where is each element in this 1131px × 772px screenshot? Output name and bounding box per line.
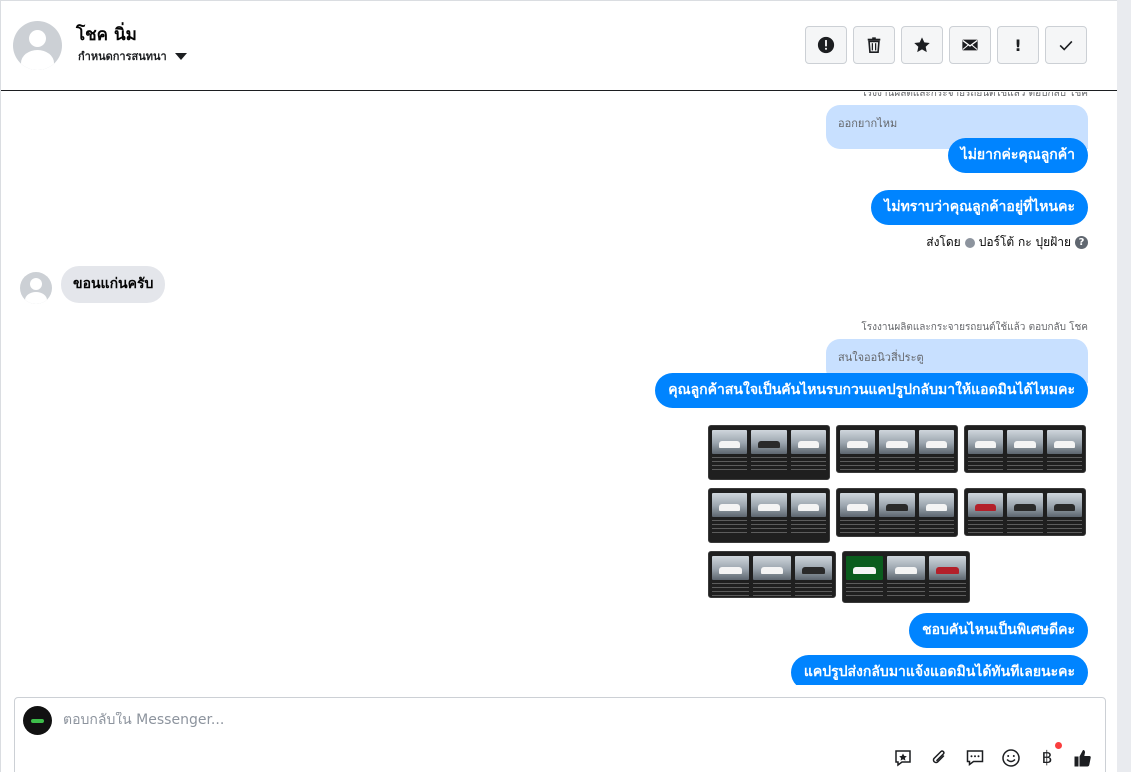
image-attachment[interactable] (708, 425, 830, 480)
reply-input[interactable] (63, 712, 763, 728)
quoted-text: ออกยากไหม (838, 117, 898, 130)
baht-glyph: ฿ (1041, 748, 1053, 768)
contact-avatar-small[interactable] (20, 272, 52, 304)
star-button[interactable] (901, 26, 943, 64)
done-button[interactable] (1045, 26, 1087, 64)
reply-context-note: โรงงานผลิตและกระจายรถยนต์ใช้แล้ว ตอบกลับ… (861, 92, 1088, 99)
incoming-message[interactable]: ขอนแก่นครับ (61, 266, 166, 303)
outgoing-message[interactable]: คุณลูกค้าสนใจเป็นคันไหนรบกวนแคปรูปกลับมา… (655, 373, 1088, 408)
sent-by-label: ส่งโดย (926, 235, 961, 249)
trash-icon (867, 37, 881, 54)
follow-up-button[interactable]: ! (997, 26, 1039, 64)
conversation-panel: โชค นิ่ม กำหนดการสนทนา ! โรงงานผลิตและกร… (0, 0, 1118, 772)
spam-button[interactable] (805, 26, 847, 64)
baht-payment-icon[interactable]: ฿ (1035, 742, 1062, 770)
message-thread[interactable]: โรงงานผลิตและกระจายรถยนต์ใช้แล้ว ตอบกลับ… (1, 92, 1118, 685)
envelope-icon (962, 39, 978, 51)
verified-icon (964, 237, 975, 248)
contact-avatar[interactable] (13, 21, 62, 70)
image-attachment[interactable] (708, 488, 830, 543)
sent-by-name[interactable]: ปอร์โต้ กะ ปุยฝ้าย (979, 233, 1071, 252)
outgoing-message[interactable]: ชอบคันไหนเป็นพิเศษดีคะ (909, 613, 1088, 648)
image-attachment[interactable] (964, 488, 1086, 536)
scrollbar-track[interactable] (1117, 0, 1131, 772)
assign-conversation-dropdown[interactable]: กำหนดการสนทนา (78, 47, 187, 65)
outgoing-message[interactable]: ไม่ทราบว่าคุณลูกค้าอยู่ที่ไหนคะ (871, 190, 1088, 225)
conversation-header: โชค นิ่ม กำหนดการสนทนา ! (1, 1, 1118, 91)
contact-name[interactable]: โชค นิ่ม (76, 21, 137, 48)
image-attachment[interactable] (964, 425, 1086, 473)
saved-reply-icon[interactable] (891, 746, 915, 770)
help-icon[interactable]: ? (1075, 236, 1088, 249)
star-icon (914, 37, 930, 53)
chat-bubble-icon[interactable] (963, 746, 987, 770)
notification-dot (1055, 742, 1062, 749)
image-attachment[interactable] (836, 425, 958, 473)
image-attachment[interactable] (708, 551, 836, 598)
outgoing-message[interactable]: แคปรูปส่งกลับมาแจ้งแอดมินได้ทันทีเลยนะคะ (790, 655, 1088, 685)
message-composer: ฿ (14, 697, 1106, 772)
outgoing-message[interactable]: ไม่ยากค่ะคุณลูกค้า (947, 138, 1088, 173)
exclamation-icon: ! (1014, 35, 1022, 55)
caret-down-icon (174, 52, 187, 60)
assign-label: กำหนดการสนทนา (78, 50, 167, 63)
check-icon (1059, 40, 1073, 51)
paperclip-icon[interactable] (927, 746, 951, 770)
quoted-text: สนใจออนิวสี่ประตู (838, 351, 924, 364)
composer-toolbar: ฿ (891, 742, 1095, 770)
page-avatar (23, 706, 52, 735)
exclamation-circle-icon (817, 36, 835, 54)
image-attachment[interactable] (836, 488, 958, 537)
delete-button[interactable] (853, 26, 895, 64)
image-attachment[interactable] (842, 551, 970, 603)
thumbs-up-icon[interactable] (1071, 746, 1095, 770)
conversation-toolbar: ! (805, 26, 1087, 64)
mark-unread-button[interactable] (949, 26, 991, 64)
reply-context-note: โรงงานผลิตและกระจายรถยนต์ใช้แล้ว ตอบกลับ… (861, 322, 1088, 333)
sent-by-info: ส่งโดย ปอร์โต้ กะ ปุยฝ้าย ? (926, 233, 1088, 252)
emoji-icon[interactable] (999, 746, 1023, 770)
